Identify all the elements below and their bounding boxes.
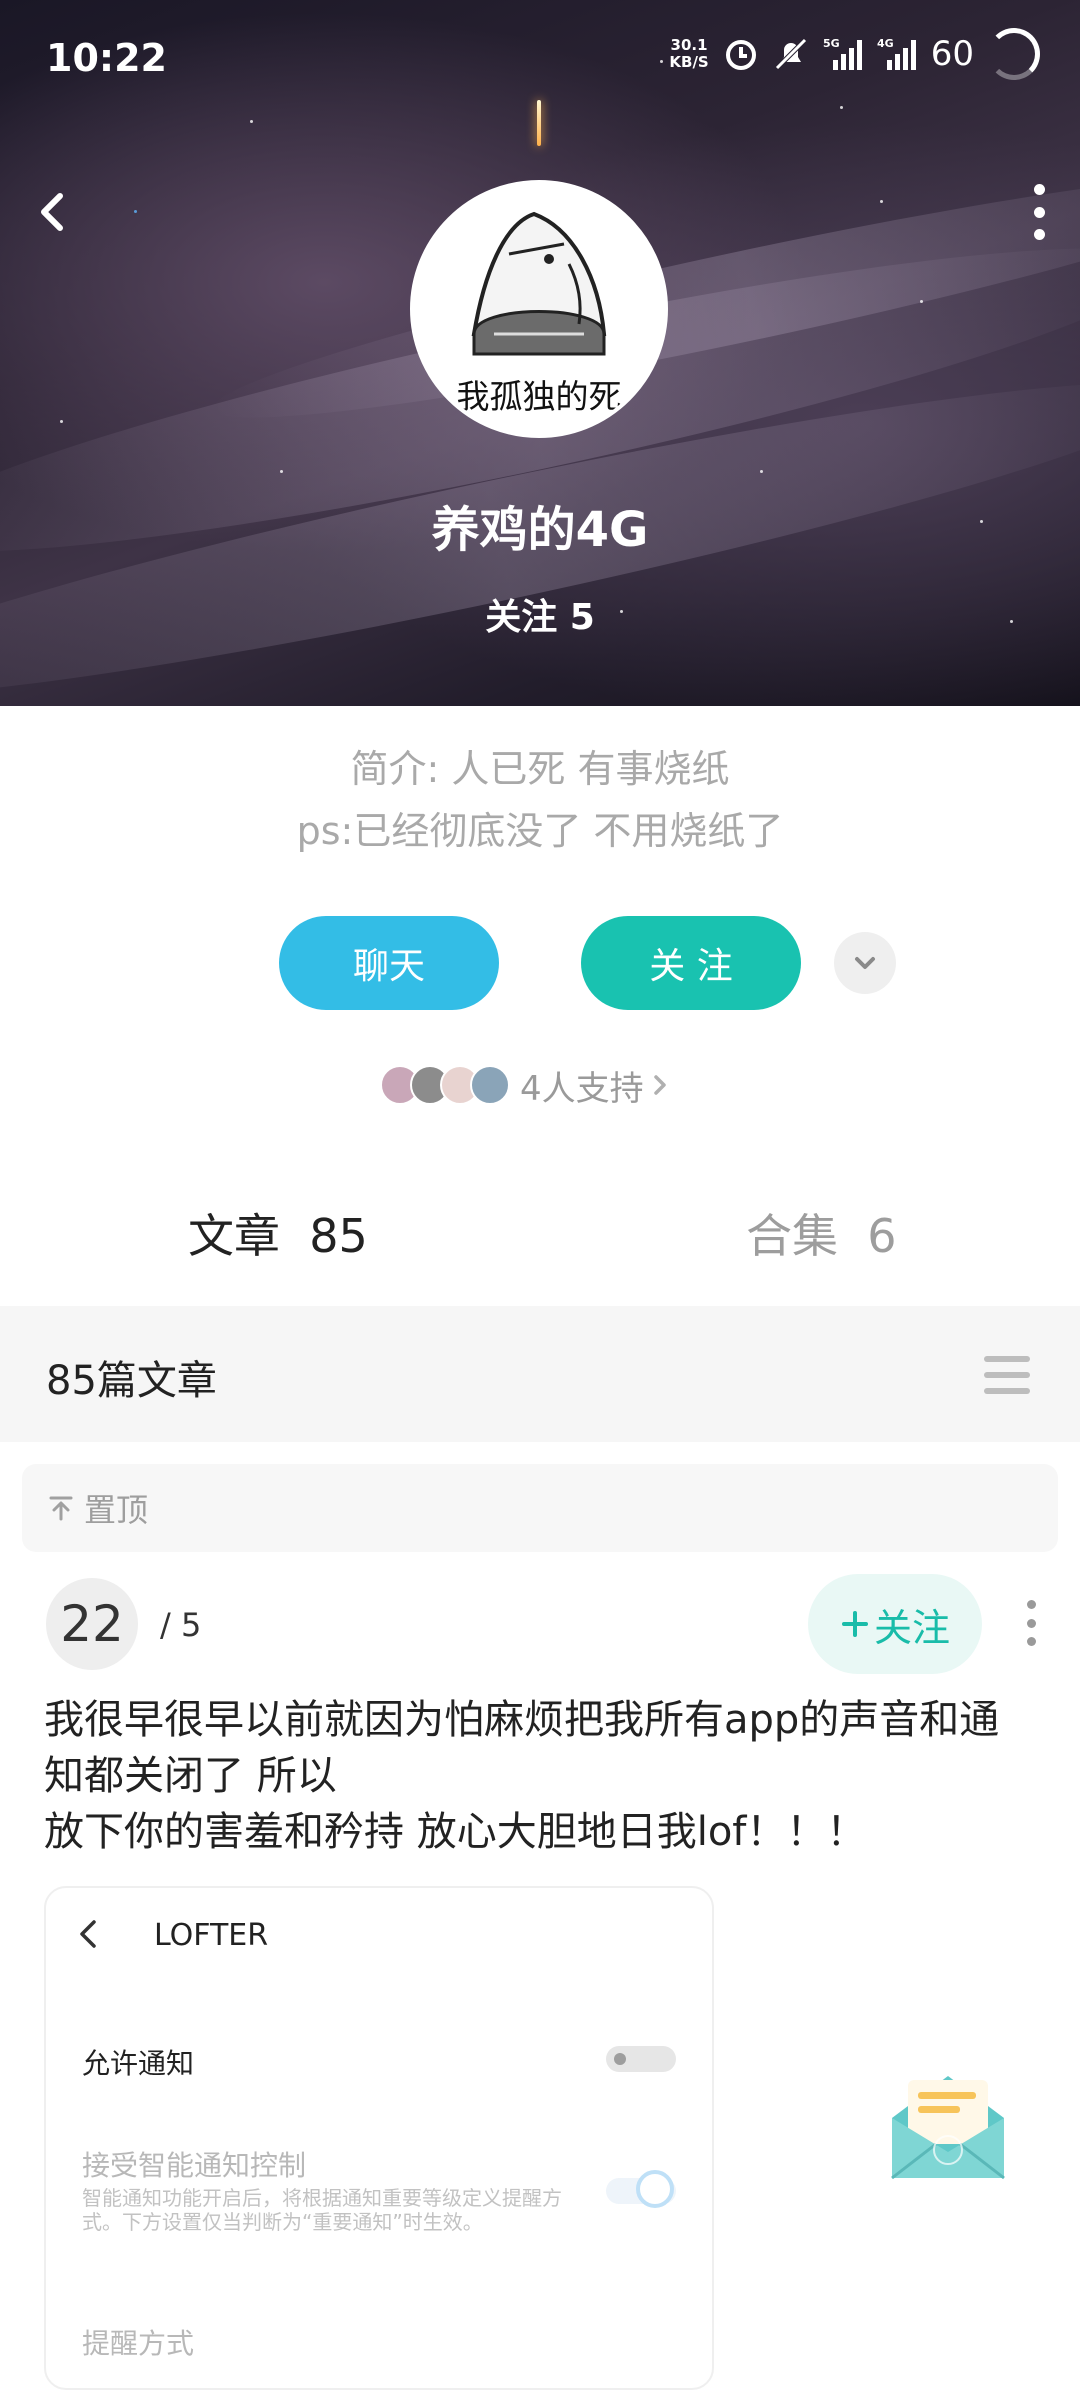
screenshot-row-allow-notifications: 允许通知 bbox=[82, 2047, 195, 2080]
supporters-link[interactable]: 4人支持 bbox=[380, 1062, 670, 1109]
screenshot-app-title: LOFTER bbox=[154, 1918, 269, 1953]
username: 养鸡的4G bbox=[431, 502, 649, 558]
floating-mail-button[interactable] bbox=[886, 2066, 1010, 2192]
net-speed: 30.1 KB/S bbox=[669, 36, 709, 71]
screenshot-row-smart-desc: 智能通知功能开启后，将根据通知重要等级定义提醒方式。下方设置仅当判断为“重要通知… bbox=[82, 2186, 562, 2234]
pin-icon bbox=[49, 1496, 73, 1521]
avatar-fish-drawing bbox=[471, 211, 607, 356]
pinned-label: 置顶 bbox=[84, 1491, 149, 1529]
alarm-icon bbox=[725, 40, 756, 70]
status-time: 10:22 bbox=[46, 36, 167, 80]
post-day: 22 bbox=[46, 1578, 138, 1670]
avatar[interactable]: 我孤独的死 bbox=[410, 180, 668, 438]
chat-button[interactable]: 聊天 bbox=[279, 916, 499, 1010]
post-follow-button[interactable]: 关注 bbox=[808, 1574, 982, 1674]
follow-button[interactable]: 关 注 bbox=[581, 916, 801, 1010]
screenshot-row-smart-title: 接受智能通知控制 bbox=[82, 2149, 307, 2182]
chevron-right-icon bbox=[653, 1075, 666, 1095]
post-more-button[interactable] bbox=[1024, 1600, 1038, 1646]
screenshot-row-reminder: 提醒方式 bbox=[82, 2327, 195, 2360]
supporter-avatar bbox=[470, 1065, 510, 1105]
post-image[interactable]: LOFTER 允许通知 接受智能通知控制 智能通知功能开启后，将根据通知重要等级… bbox=[44, 1886, 714, 2390]
envelope-icon bbox=[891, 2076, 1005, 2180]
pinned-bar[interactable]: 置顶 bbox=[22, 1464, 1058, 1552]
post-text[interactable]: 我很早很早以前就因为怕麻烦把我所有app的声音和通 知都关闭了 所以 放下你的害… bbox=[44, 1692, 1044, 1860]
tab-articles[interactable]: 文章 85 bbox=[188, 1200, 368, 1266]
chevron-left-icon bbox=[80, 1920, 96, 1948]
svg-text:5G: 5G bbox=[823, 37, 840, 50]
signal-4g-icon: 4G bbox=[877, 37, 916, 70]
screenshot-toggle-knob bbox=[636, 2170, 674, 2208]
svg-text:4G: 4G bbox=[877, 37, 894, 50]
signal-5g-icon: 5G bbox=[823, 37, 862, 70]
list-menu-icon[interactable] bbox=[984, 1356, 1030, 1394]
bio-line-2: ps:已经彻底没了 不用烧纸了 bbox=[296, 809, 784, 853]
battery-ring-icon bbox=[988, 28, 1040, 80]
article-list-header: 85篇文章 bbox=[0, 1306, 1080, 1442]
tab-collections[interactable]: 合集 6 bbox=[746, 1200, 897, 1266]
status-bar: 10:22 30.1 KB/S 5G 4G 60 bbox=[0, 0, 1080, 120]
chevron-down-icon bbox=[855, 957, 875, 969]
back-button[interactable] bbox=[34, 190, 74, 234]
following-count[interactable]: 关注 5 bbox=[0, 588, 1080, 640]
status-icons: 30.1 KB/S 5G 4G 60 bbox=[669, 28, 1040, 80]
avatar-caption: 我孤独的死 bbox=[456, 377, 622, 416]
article-count-title: 85篇文章 bbox=[46, 1358, 217, 1404]
bio-line-1: 简介: 人已死 有事烧纸 bbox=[350, 747, 730, 791]
post-month: / 5 bbox=[160, 1606, 202, 1644]
battery-level: 60 bbox=[930, 34, 974, 74]
supporters-label: 4人支持 bbox=[520, 1068, 644, 1109]
plus-icon bbox=[841, 1611, 868, 1637]
screenshot-toggle bbox=[606, 2046, 676, 2072]
chevron-left-icon bbox=[41, 193, 63, 231]
profile-header: 10:22 30.1 KB/S 5G 4G 60 我孤独的死 养鸡的4G 关注 … bbox=[0, 0, 1080, 706]
mute-icon bbox=[774, 38, 807, 70]
more-options-button[interactable] bbox=[1024, 184, 1054, 240]
more-actions-dropdown[interactable] bbox=[834, 932, 896, 994]
